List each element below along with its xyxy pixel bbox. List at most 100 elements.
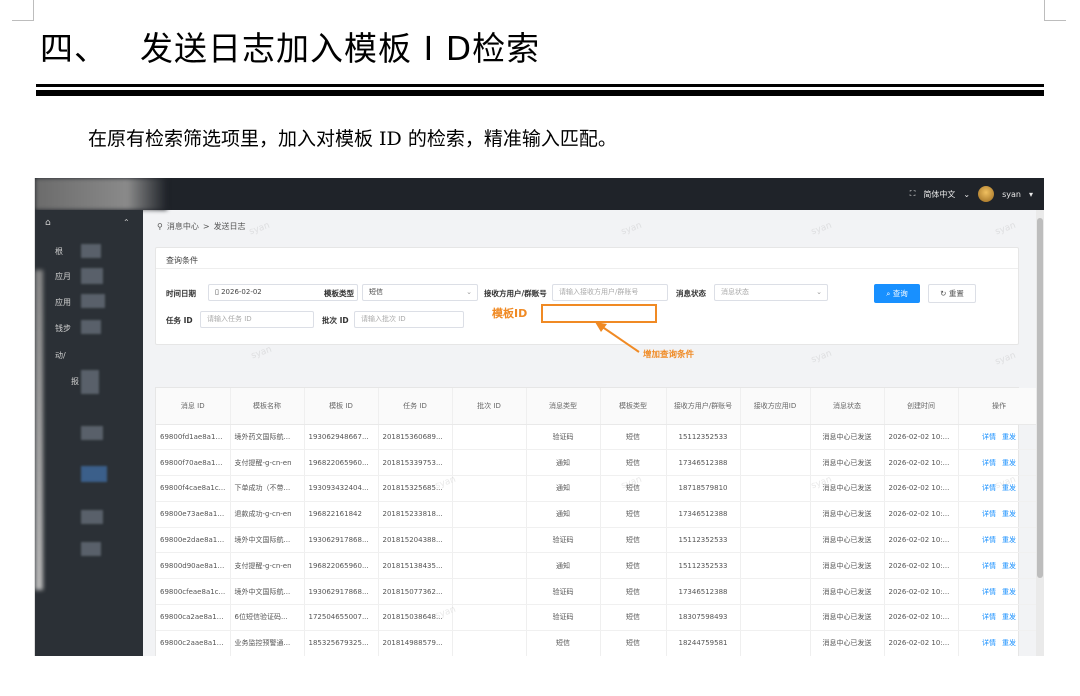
heading-number: 四、 [40, 29, 108, 68]
table-cell [740, 527, 811, 554]
table-row: 69800fd1ae8a1c... 境外药文国际航... 193062948667.… [156, 424, 1041, 451]
table-row: 69800ca2ae8a1c... 6位短信验证码... 172504655007.… [156, 604, 1041, 631]
breadcrumb-item[interactable]: 消息中心 [167, 221, 199, 232]
filter-title: 查询条件 [166, 256, 198, 265]
status-select[interactable]: 消息状态 ⌄ [714, 284, 828, 301]
redacted-block [81, 466, 107, 482]
table-cell [740, 424, 811, 451]
breadcrumb-item: 发送日志 [213, 222, 246, 231]
heading-rule-double [36, 90, 1044, 96]
table-cell: 消息中心已发送 [810, 449, 885, 477]
column-header: 模板类型 [600, 388, 667, 425]
table-cell: 69800d90ae8a1c... [156, 552, 231, 580]
table-cell-actions: 详情 重发 [958, 501, 1041, 528]
table-cell: 69800e73ae8a1c... [156, 501, 231, 528]
task-id-input[interactable]: 请输入任务 ID [200, 311, 314, 328]
detail-link[interactable]: 详情 [982, 536, 996, 544]
reset-button[interactable]: ↻ 重置 [928, 284, 976, 303]
app-topbar: ⛶ 简体中文 ⌄ syan ▾ [35, 178, 1044, 210]
annotation-text: 增加查询条件 [643, 350, 695, 360]
chevron-up-icon[interactable]: ⌃ [123, 218, 130, 227]
filter-card: 查询条件 时间日期 ▯ 2026-02-02 模板类型 短信 ⌄ 接收方用户/群账… [155, 247, 1019, 345]
crop-mark-top-left [12, 0, 34, 21]
redacted-block [81, 244, 101, 258]
detail-link[interactable]: 详情 [982, 639, 996, 647]
template-type-select[interactable]: 短信 ⌄ [362, 284, 478, 301]
template-id-input[interactable] [541, 304, 657, 323]
scrollbar[interactable] [1036, 210, 1044, 656]
resend-link[interactable]: 重发 [1002, 510, 1016, 518]
table-cell: 短信 [600, 552, 667, 580]
location-icon: ⚲ [157, 222, 163, 231]
table-cell: 69800fd1ae8a1c... [156, 424, 231, 451]
batch-id-input[interactable]: 请输入批次 ID [354, 311, 464, 328]
resend-link[interactable]: 重发 [1002, 459, 1016, 467]
table-cell: 境外药文国际航... [230, 424, 305, 451]
sidebar-item[interactable]: 应月 [55, 271, 71, 282]
account-input[interactable]: 请输入接收方用户/群账号 [552, 284, 668, 301]
column-header: 消息状态 [810, 388, 885, 425]
table-cell: 下单成功（不带... [230, 475, 305, 502]
language-select[interactable]: 简体中文 [923, 189, 955, 200]
table-cell-actions: 详情 重发 [958, 449, 1041, 477]
fullscreen-icon[interactable]: ⛶ [910, 189, 916, 199]
table-cell: 短信 [600, 578, 667, 606]
sidebar-item[interactable]: 根 [55, 246, 63, 257]
table-cell: 2026-02-02 10:... [884, 604, 959, 631]
detail-link[interactable]: 详情 [982, 613, 996, 621]
doc-heading: 四、 发送日志加入模板 I D检索 [40, 22, 540, 70]
table-cell [452, 501, 527, 528]
avatar[interactable] [978, 186, 995, 202]
table-cell: 通知 [526, 552, 601, 580]
table-row: 69800e2dae8a1c... 境外中文国际航... 193062917868.… [156, 527, 1041, 554]
detail-link[interactable]: 详情 [982, 459, 996, 467]
table-cell: 短信 [600, 604, 667, 631]
detail-link[interactable]: 详情 [982, 433, 996, 441]
resend-link[interactable]: 重发 [1002, 639, 1016, 647]
sidebar-item[interactable]: 报 [71, 376, 79, 387]
table-cell: 2026-02-02 10:... [884, 449, 959, 477]
table-cell: 201815339753... [378, 449, 453, 477]
table-cell: 验证码 [526, 604, 601, 631]
table-cell: 验证码 [526, 578, 601, 606]
detail-link[interactable]: 详情 [982, 562, 996, 570]
user-name[interactable]: syan [1002, 190, 1021, 199]
heading-text: 发送日志加入模板 I D检索 [140, 29, 541, 68]
table-cell: 2026-02-02 10:... [884, 527, 959, 554]
resend-link[interactable]: 重发 [1002, 433, 1016, 441]
resend-link[interactable]: 重发 [1002, 588, 1016, 596]
sidebar-item[interactable]: 应用 [55, 297, 71, 308]
query-button[interactable]: ⌕ 查询 [874, 284, 920, 303]
table-cell [452, 578, 527, 606]
table-cell: 短信 [526, 630, 601, 656]
table-cell: 境外中文国际航... [230, 527, 305, 554]
resend-link[interactable]: 重发 [1002, 613, 1016, 621]
table-cell [452, 449, 527, 477]
redacted-block [81, 320, 101, 334]
table-cell: 消息中心已发送 [810, 552, 885, 580]
table-cell [740, 578, 811, 606]
sidebar-item[interactable]: 钱步 [55, 323, 71, 334]
detail-link[interactable]: 详情 [982, 588, 996, 596]
table-cell [452, 527, 527, 554]
column-header: 模板 ID [304, 388, 379, 425]
table-cell [740, 552, 811, 580]
resend-link[interactable]: 重发 [1002, 562, 1016, 570]
account-label: 接收方用户/群账号 [484, 289, 547, 298]
resend-link[interactable]: 重发 [1002, 536, 1016, 544]
detail-link[interactable]: 详情 [982, 484, 996, 492]
table-cell: 193093432404... [304, 475, 379, 502]
table-cell [452, 630, 527, 656]
scrollbar-thumb[interactable] [1037, 218, 1043, 578]
table-cell: 2026-02-02 10:... [884, 630, 959, 656]
table-cell: 201815204388... [378, 527, 453, 554]
table-row: 69800cfeae8a1c... 境外中文国际航... 193062917868.… [156, 578, 1041, 606]
detail-link[interactable]: 详情 [982, 510, 996, 518]
home-icon[interactable]: ⌂ [45, 218, 51, 228]
table-cell-actions: 详情 重发 [958, 527, 1041, 554]
table-cell: 17346512388 [666, 501, 741, 528]
template-id-label: 模板ID [492, 307, 528, 320]
crop-mark-top-right [1044, 0, 1066, 21]
table-cell: 201814988579... [378, 630, 453, 656]
sidebar-item[interactable]: 动/ [55, 350, 66, 361]
